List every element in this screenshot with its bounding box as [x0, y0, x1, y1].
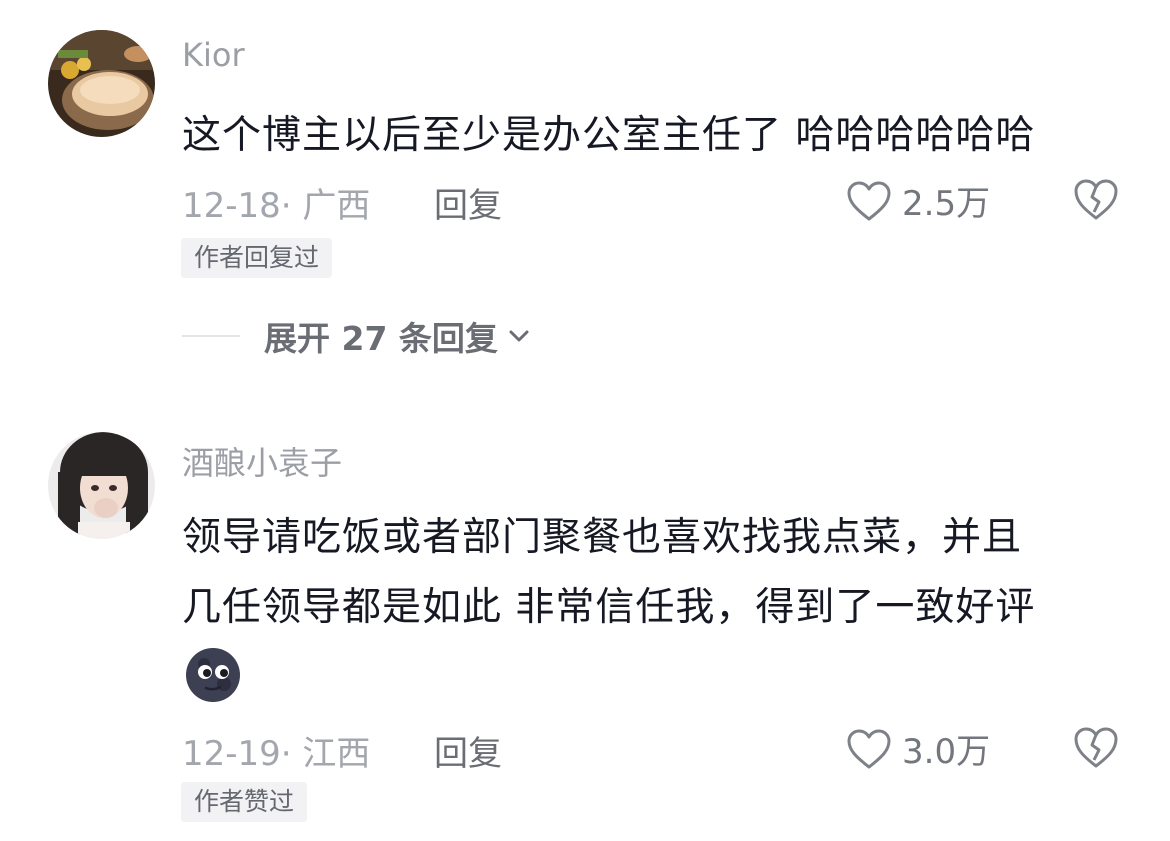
expand-replies-button[interactable]: 展开 27 条回复: [182, 312, 530, 360]
comment-text-line-2: 几任领导都是如此 非常信任我，得到了一致好评: [182, 585, 1036, 630]
like-count: 2.5万: [902, 184, 991, 224]
reply-button[interactable]: 回复: [434, 178, 502, 227]
divider-line: [182, 335, 240, 337]
expand-replies-label: 展开 27 条回复: [264, 319, 498, 358]
heart-outline-icon: [847, 181, 891, 220]
chevron-down-icon: [509, 330, 529, 342]
avatar[interactable]: [48, 432, 155, 539]
author-replied-badge: 作者回复过: [181, 238, 333, 278]
comment-text-line-1: 领导请吃饭或者部门聚餐也喜欢找我点菜，并且: [182, 515, 1023, 560]
new-moon-face-emoji: [186, 648, 240, 702]
like-button[interactable]: 3.0万: [846, 724, 990, 773]
comment-username[interactable]: Kior: [182, 36, 245, 74]
avatar[interactable]: [48, 30, 155, 137]
comment-date-location: 12-19· 江西: [182, 734, 371, 774]
broken-heart-icon[interactable]: [1072, 177, 1120, 221]
broken-heart-icon[interactable]: [1072, 725, 1120, 769]
comment-username[interactable]: 酒酿小袁子: [182, 438, 342, 484]
avatar-girl-photo: [48, 432, 155, 539]
reply-button[interactable]: 回复: [434, 726, 502, 775]
like-button[interactable]: 2.5万: [846, 176, 990, 225]
author-liked-badge: 作者赞过: [181, 782, 308, 822]
avatar-food-image: [48, 30, 155, 137]
comment-date-location: 12-18· 广西: [182, 186, 371, 226]
comment-text: 这个博主以后至少是办公室主任了 哈哈哈哈哈哈: [182, 113, 1036, 158]
like-count: 3.0万: [902, 732, 991, 772]
heart-outline-icon: [847, 729, 891, 768]
